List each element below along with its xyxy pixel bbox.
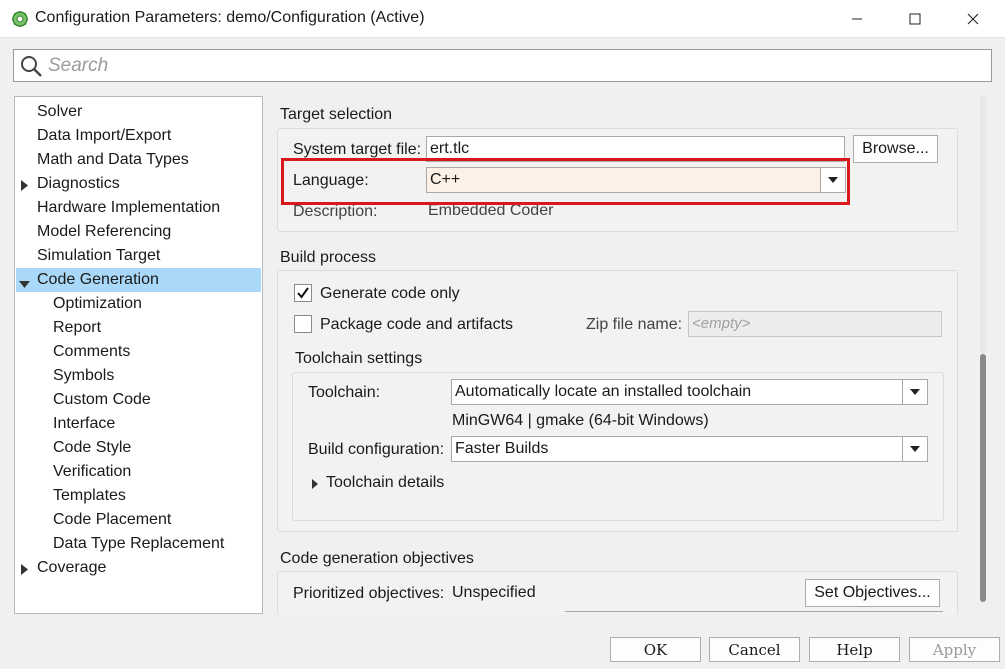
- ok-button[interactable]: OK: [610, 637, 701, 662]
- title-bar: Configuration Parameters: demo/Configura…: [0, 0, 1005, 38]
- target-selection-title: Target selection: [280, 106, 393, 123]
- build-configuration-value: Faster Builds: [455, 440, 549, 457]
- chevron-down-icon: [910, 389, 920, 395]
- window-title: Configuration Parameters: demo/Configura…: [35, 9, 425, 26]
- prioritized-objectives-value: Unspecified: [452, 584, 536, 601]
- tree-item-label: Solver: [37, 103, 83, 120]
- package-code-label: Package code and artifacts: [320, 316, 514, 333]
- tree-item-label: Code Generation: [37, 271, 159, 288]
- tree-item-label: Math and Data Types: [37, 151, 189, 168]
- expand-right-icon: [312, 479, 318, 489]
- tree-item-optimization[interactable]: Optimization: [53, 292, 142, 316]
- scrollbar-track[interactable]: [980, 96, 986, 354]
- simulink-gear-icon: [12, 11, 28, 27]
- maximize-button[interactable]: [886, 0, 944, 38]
- set-objectives-button[interactable]: Set Objectives...: [805, 579, 940, 607]
- tree-item-verification[interactable]: Verification: [53, 460, 131, 484]
- checkmark-icon: [297, 287, 309, 299]
- build-process-title: Build process: [280, 249, 377, 266]
- tree-item-math-and-data-types[interactable]: Math and Data Types: [37, 148, 189, 172]
- tree-item-coverage[interactable]: Coverage: [37, 556, 106, 580]
- scrollbar-thumb[interactable]: [980, 354, 986, 602]
- toolchain-dropdown[interactable]: Automatically locate an installed toolch…: [451, 379, 928, 405]
- generate-code-only-checkbox[interactable]: [294, 284, 312, 302]
- tree-item-data-type-replacement[interactable]: Data Type Replacement: [53, 532, 224, 556]
- tree-item-code-placement[interactable]: Code Placement: [53, 508, 171, 532]
- tree-item-code-generation[interactable]: Code Generation: [16, 268, 261, 292]
- zip-file-name-field[interactable]: <empty>: [688, 311, 942, 337]
- toolchain-details-toggle[interactable]: [311, 476, 319, 494]
- maximize-icon: [909, 13, 921, 25]
- tree-item-model-referencing[interactable]: Model Referencing: [37, 220, 171, 244]
- tree-item-symbols[interactable]: Symbols: [53, 364, 114, 388]
- tree-expand-diagnostics[interactable]: [20, 178, 29, 196]
- tree-item-hardware-implementation[interactable]: Hardware Implementation: [37, 196, 220, 220]
- tree-item-label: Simulation Target: [37, 247, 161, 264]
- objectives-title: Code generation objectives: [280, 550, 474, 567]
- toolchain-dropdown-toggle[interactable]: [902, 380, 927, 404]
- tree-item-label: Data Import/Export: [37, 127, 172, 144]
- tree-item-data-import-export[interactable]: Data Import/Export: [37, 124, 171, 148]
- expand-right-icon: [21, 564, 28, 575]
- close-icon: [967, 13, 979, 25]
- expand-down-icon: [19, 281, 30, 288]
- tree-item-label: Templates: [53, 487, 126, 504]
- toolchain-value: Automatically locate an installed toolch…: [455, 383, 752, 400]
- minimize-button[interactable]: [828, 0, 886, 38]
- category-tree: Solver Data Import/Export Math and Data …: [14, 96, 263, 614]
- close-button[interactable]: [944, 0, 1002, 38]
- language-highlight-box: [281, 158, 850, 205]
- package-code-checkbox[interactable]: [294, 315, 312, 333]
- tree-item-label: Coverage: [37, 559, 107, 576]
- browse-button[interactable]: Browse...: [853, 135, 938, 163]
- build-configuration-dropdown[interactable]: Faster Builds: [451, 436, 928, 462]
- toolchain-info: MinGW64 | gmake (64-bit Windows): [452, 412, 709, 429]
- tree-item-label: Code Style: [53, 439, 132, 456]
- toolchain-label: Toolchain:: [308, 384, 381, 401]
- tree-item-label: Interface: [53, 415, 116, 432]
- tree-collapse-code-generation[interactable]: [19, 276, 30, 294]
- tree-item-report[interactable]: Report: [53, 316, 101, 340]
- tree-item-label: Report: [53, 319, 102, 336]
- tree-item-diagnostics[interactable]: Diagnostics: [37, 172, 120, 196]
- tree-item-label: Optimization: [53, 295, 142, 312]
- tree-item-interface[interactable]: Interface: [53, 412, 115, 436]
- generate-code-only-label: Generate code only: [320, 285, 460, 302]
- tree-item-templates[interactable]: Templates: [53, 484, 126, 508]
- cancel-button[interactable]: Cancel: [709, 637, 800, 662]
- tree-item-label: Comments: [53, 343, 131, 360]
- search-icon: [21, 56, 42, 77]
- tree-item-label: Code Placement: [53, 511, 172, 528]
- content-scrollbar[interactable]: [975, 96, 991, 614]
- help-button[interactable]: Help: [809, 637, 900, 662]
- build-configuration-label: Build configuration:: [308, 441, 445, 458]
- build-configuration-dropdown-toggle[interactable]: [902, 437, 927, 461]
- tree-item-label: Symbols: [53, 367, 115, 384]
- tree-item-custom-code[interactable]: Custom Code: [53, 388, 151, 412]
- partially-visible-control: [565, 611, 943, 614]
- tree-item-simulation-target[interactable]: Simulation Target: [37, 244, 160, 268]
- expand-right-icon: [21, 180, 28, 191]
- tree-item-label: Model Referencing: [37, 223, 172, 240]
- minimize-icon: [852, 18, 862, 20]
- search-box[interactable]: [13, 49, 992, 82]
- zip-file-name-label: Zip file name:: [586, 316, 683, 333]
- tree-item-comments[interactable]: Comments: [53, 340, 130, 364]
- search-input[interactable]: [48, 53, 978, 79]
- tree-item-code-style[interactable]: Code Style: [53, 436, 131, 460]
- chevron-down-icon: [910, 446, 920, 452]
- tree-item-label: Custom Code: [53, 391, 151, 408]
- toolchain-details-label[interactable]: Toolchain details: [326, 474, 444, 492]
- prioritized-objectives-label: Prioritized objectives:: [293, 585, 445, 602]
- system-target-file-label: System target file:: [293, 141, 422, 158]
- tree-item-label: Diagnostics: [37, 175, 120, 192]
- tree-item-label: Data Type Replacement: [53, 535, 225, 552]
- description-label: Description:: [293, 203, 378, 220]
- tree-item-label: Hardware Implementation: [37, 199, 221, 216]
- tree-expand-coverage[interactable]: [20, 562, 29, 580]
- tree-item-solver[interactable]: Solver: [37, 100, 82, 124]
- apply-button[interactable]: Apply: [909, 637, 1000, 662]
- toolchain-settings-title: Toolchain settings: [295, 350, 423, 367]
- tree-item-label: Verification: [53, 463, 132, 480]
